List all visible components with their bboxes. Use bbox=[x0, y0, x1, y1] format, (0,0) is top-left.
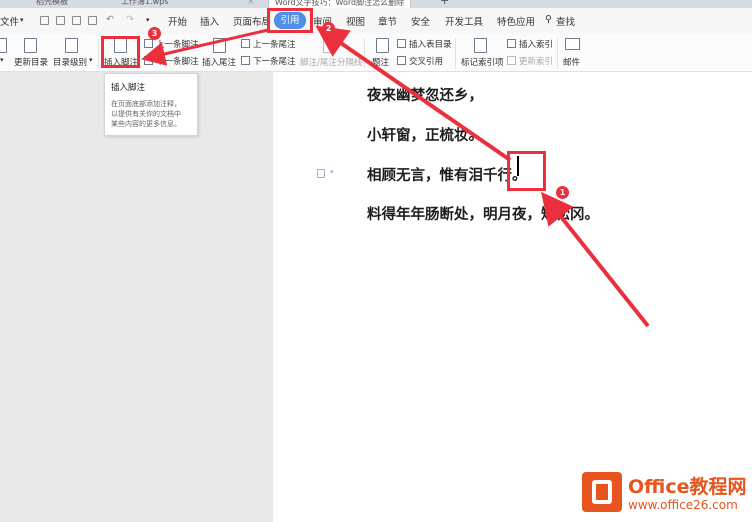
step-badge-1: 1 bbox=[556, 186, 569, 199]
highlight-caret bbox=[507, 151, 546, 191]
highlight-insert-footnote bbox=[101, 36, 140, 68]
watermark-url: www.office26.com bbox=[628, 498, 738, 512]
highlight-references-tab bbox=[267, 8, 313, 33]
watermark-title: Office教程网 bbox=[628, 476, 747, 498]
annotation-arrow bbox=[315, 25, 512, 162]
annotation-arrows bbox=[141, 25, 650, 328]
step-badge-3: 3 bbox=[148, 27, 161, 40]
annotation-arrow bbox=[541, 191, 650, 328]
step-badge-2: 2 bbox=[322, 22, 335, 35]
office-logo bbox=[582, 472, 622, 512]
annotation-arrow bbox=[141, 28, 269, 66]
